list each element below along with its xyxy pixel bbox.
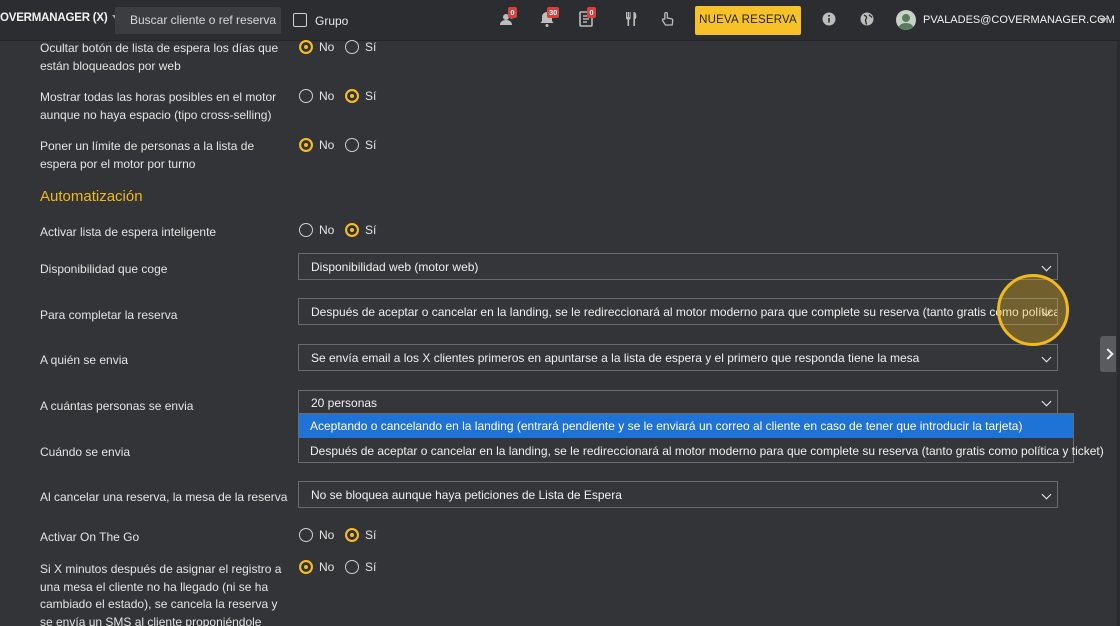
radio-no[interactable] <box>299 560 313 574</box>
cuantas-select[interactable]: 20 personas <box>298 390 1058 414</box>
user-email[interactable]: PVALADES@COVERMANAGER.COM <box>923 14 1115 26</box>
a-quien-select[interactable]: Se envía email a los X clientes primeros… <box>298 344 1058 371</box>
radio-si[interactable] <box>345 138 359 152</box>
activar-lista-label: Activar lista de espera inteligente <box>40 225 217 239</box>
disponibilidad-select[interactable]: Disponibilidad web (motor web) <box>298 253 1058 280</box>
globe-icon[interactable] <box>858 10 876 28</box>
completar-label: Para completar la reserva <box>40 308 178 322</box>
side-panel-toggle[interactable] <box>1100 336 1116 372</box>
radio-si[interactable] <box>345 528 359 542</box>
list-icon[interactable]: 0 <box>578 7 596 28</box>
chevron-down-icon <box>1041 489 1052 500</box>
on-the-go-label: Activar On The Go <box>40 530 140 544</box>
radio-si-label: Sí <box>365 138 377 152</box>
disponibilidad-label: Disponibilidad que coge <box>40 262 168 276</box>
section-title: Automatización <box>40 188 143 205</box>
radio-no-label: No <box>319 223 335 237</box>
chevron-down-icon <box>1041 261 1052 272</box>
radio-si[interactable] <box>345 40 359 54</box>
venue-selector[interactable]: OVERMANAGER (X) <box>0 12 120 24</box>
grupo-checkbox[interactable] <box>293 13 307 27</box>
chevron-down-icon <box>1041 396 1052 407</box>
search-input[interactable]: Buscar cliente o ref reserva <box>115 7 281 34</box>
cuantas-label: A cuántas personas se envia <box>40 399 194 413</box>
radio-no[interactable] <box>299 40 313 54</box>
radio-no[interactable] <box>299 528 313 542</box>
cuando-label: Cuándo se envia <box>40 445 131 459</box>
hand-icon[interactable] <box>659 10 677 28</box>
radio-no-label: No <box>319 89 335 103</box>
setting-label: Poner un límite de personas a la lista d… <box>40 139 255 171</box>
dropdown-list[interactable]: Aceptando o cancelando en la landing (en… <box>298 413 1104 463</box>
list-badge: 0 <box>587 7 596 18</box>
radio-no-label: No <box>319 528 335 542</box>
radio-no[interactable] <box>299 89 313 103</box>
radio-no[interactable] <box>299 223 313 237</box>
utensils-icon[interactable] <box>622 10 640 28</box>
radio-no-label: No <box>319 40 335 54</box>
radio-si[interactable] <box>345 223 359 237</box>
people-icon[interactable]: 0 <box>499 7 517 28</box>
al-cancelar-label: Al cancelar una reserva, la mesa de la r… <box>40 490 288 504</box>
radio-si-label: Sí <box>365 528 377 542</box>
grupo-label: Grupo <box>315 14 349 28</box>
chevron-down-icon <box>1041 352 1052 363</box>
radio-si-label: Sí <box>365 40 377 54</box>
a-quien-label: A quién se envia <box>40 353 129 367</box>
radio-no[interactable] <box>299 138 313 152</box>
radio-no-label: No <box>319 560 335 574</box>
radio-si[interactable] <box>345 560 359 574</box>
setting-label: Ocultar botón de lista de espera los día… <box>40 41 279 73</box>
completar-select[interactable]: Después de aceptar o cancelar en la land… <box>298 298 1058 325</box>
radio-si-label: Sí <box>365 223 377 237</box>
top-bar: OVERMANAGER (X) Buscar cliente o ref res… <box>0 0 1120 41</box>
dropdown-option[interactable]: Aceptando o cancelando en la landing (en… <box>299 414 1073 438</box>
al-cancelar-select[interactable]: No se bloquea aunque haya peticiones de … <box>298 481 1058 508</box>
bell-icon[interactable]: 30 <box>538 7 560 28</box>
new-reservation-button[interactable]: NUEVA RESERVA <box>695 6 801 35</box>
radio-si[interactable] <box>345 89 359 103</box>
radio-no-label: No <box>319 138 335 152</box>
dropdown-option[interactable]: Después de aceptar o cancelar en la land… <box>299 439 1104 463</box>
notifications-badge: 30 <box>547 7 560 18</box>
info-icon[interactable] <box>820 10 838 28</box>
guests-badge: 0 <box>508 7 517 18</box>
chevron-down-icon[interactable] <box>1099 18 1107 23</box>
radio-si-label: Sí <box>365 560 377 574</box>
setting-label: Mostrar todas las horas posibles en el m… <box>40 90 277 122</box>
avatar[interactable] <box>896 10 916 30</box>
x-minutos-label: Si X minutos después de asignar el regis… <box>40 562 282 626</box>
radio-si-label: Sí <box>365 89 377 103</box>
